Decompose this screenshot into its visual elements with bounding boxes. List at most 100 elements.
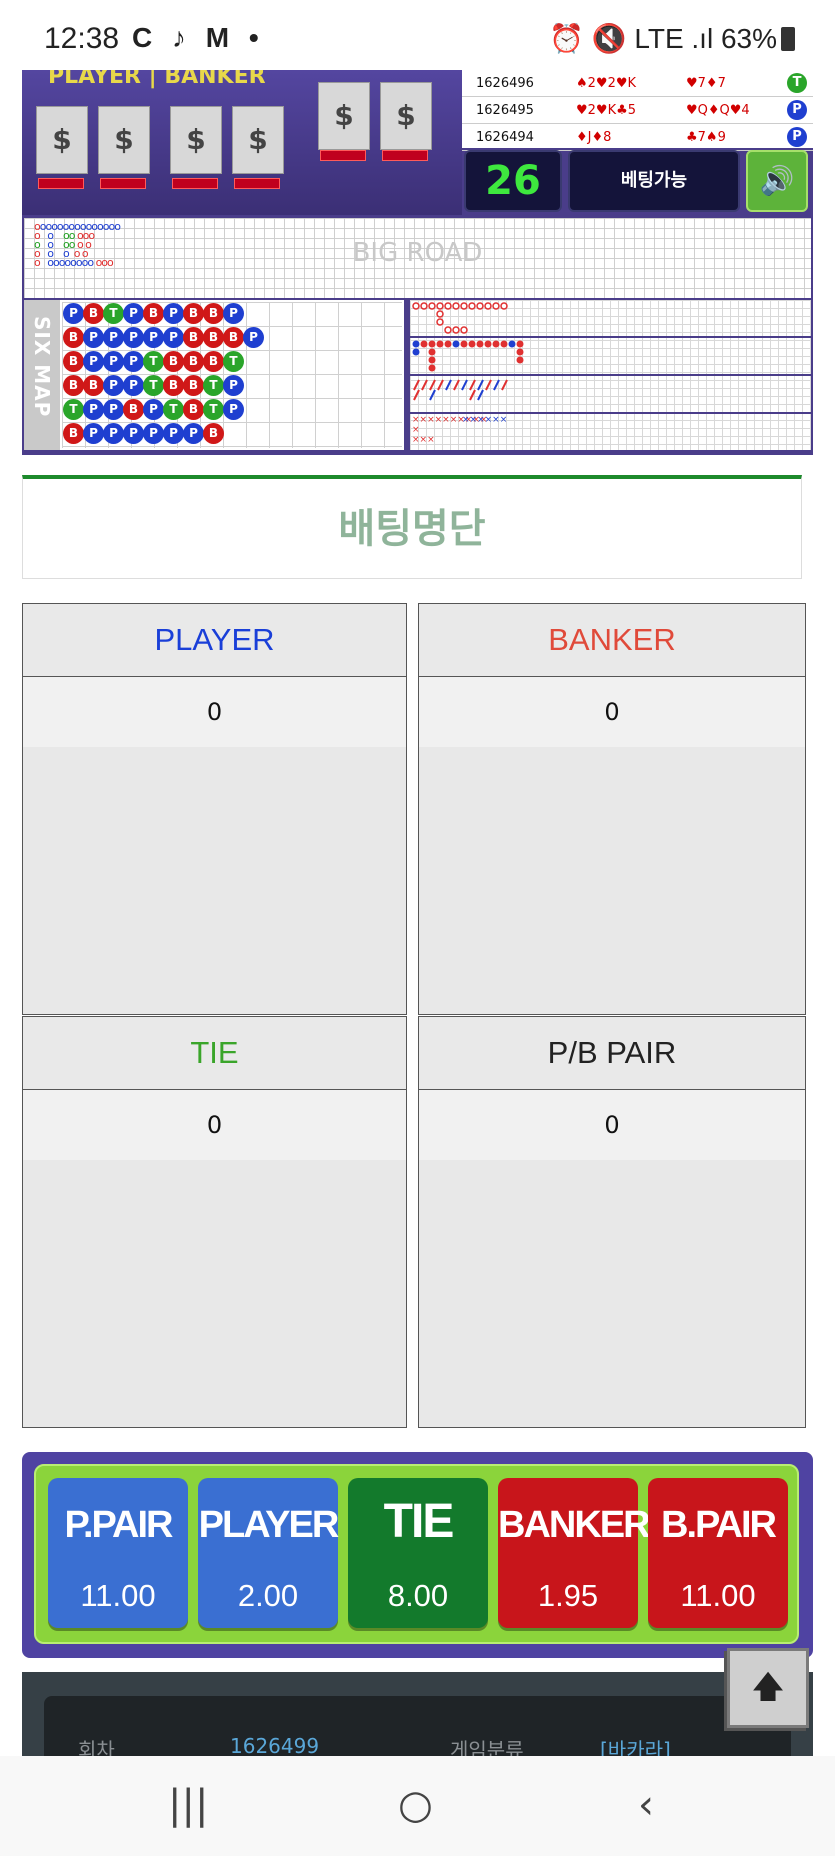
six-map-ball: B	[63, 351, 84, 372]
six-map-ball: P	[83, 327, 104, 348]
pair-bets-panel: P/B PAIR 0	[418, 1016, 806, 1428]
notification-icons: C ♪ M •	[132, 22, 265, 53]
bet-button-bar: P.PAIR 11.00 PLAYER 2.00 TIE 8.00 BANKER…	[22, 1452, 813, 1658]
table-header: PLAYER | BANKER	[48, 70, 266, 89]
back-button[interactable]: ‹	[638, 1782, 654, 1828]
card-slot-light	[320, 150, 366, 161]
card-slot-light	[38, 178, 84, 189]
six-map-ball: B	[203, 303, 224, 324]
six-map-ball: T	[143, 375, 164, 396]
bet-b-pair-button[interactable]: B.PAIR 11.00	[648, 1478, 788, 1628]
six-map-ball: B	[183, 303, 204, 324]
player-bets-panel: PLAYER 0	[22, 603, 407, 1015]
panel-count: 0	[23, 677, 406, 747]
six-map-ball: P	[103, 375, 124, 396]
tie-bets-panel: TIE 0	[22, 1016, 407, 1428]
panel-header: BANKER	[419, 604, 805, 677]
home-button[interactable]: ○	[398, 1782, 433, 1828]
extra-card-1: $	[318, 82, 370, 150]
six-map-ball: T	[223, 351, 244, 372]
six-map-ball: P	[223, 399, 244, 420]
navigation-bar: ||| ○ ‹	[0, 1756, 835, 1856]
six-map-ball: P	[143, 423, 164, 444]
six-map-ball: P	[103, 399, 124, 420]
six-map-ball: P	[83, 399, 104, 420]
derived-roads-marks: ×××××××××× ×××××× × ×××	[412, 302, 524, 445]
panel-count: 0	[23, 1090, 406, 1160]
panel-header: TIE	[23, 1017, 406, 1090]
six-map-ball: P	[83, 351, 104, 372]
betting-status: 베팅가능	[568, 150, 740, 212]
clock: 12:38	[44, 22, 120, 55]
result-badge: P	[787, 127, 807, 147]
bet-list-title: 배팅명단	[22, 475, 802, 579]
countdown-timer: 26	[464, 150, 562, 212]
round-history: 1626496 ♠2♥2♥K ♥7♦7 T 1626495 ♥2♥K♣5 ♥Q♦…	[462, 70, 813, 151]
six-map-ball: P	[123, 423, 144, 444]
six-map-ball: T	[163, 399, 184, 420]
recent-apps-button[interactable]: |||	[168, 1782, 208, 1828]
svg-text:×: ×	[412, 425, 420, 435]
six-map-ball: B	[163, 375, 184, 396]
six-map-ball: B	[203, 423, 224, 444]
six-map-ball: P	[123, 375, 144, 396]
six-map-ball: P	[163, 327, 184, 348]
bet-banker-button[interactable]: BANKER 1.95	[498, 1478, 651, 1628]
six-map-board: SIX MAP PBTPBPBBPBPPPPPBBBPBPPPTBBBTBBPP…	[24, 300, 404, 450]
bet-p-pair-button[interactable]: P.PAIR 11.00	[48, 1478, 188, 1628]
derived-roads-board: ×××××××××× ×××××× × ×××	[410, 300, 811, 450]
bet-tie-button[interactable]: TIE 8.00	[348, 1478, 488, 1628]
six-map-ball: P	[103, 423, 124, 444]
six-map-ball: B	[183, 399, 204, 420]
banker-card-2: $	[232, 106, 284, 174]
six-map-ball: B	[83, 303, 104, 324]
six-map-ball: P	[83, 423, 104, 444]
bet-player-button[interactable]: PLAYER 2.00	[198, 1478, 339, 1628]
six-map-ball: B	[63, 375, 84, 396]
svg-text:×××: ×××	[412, 435, 435, 445]
system-icons: ⏰ 🔇 LTE .ıl 63%	[549, 22, 795, 55]
panel-count: 0	[419, 677, 805, 747]
six-map-ball: P	[123, 303, 144, 324]
result-badge: P	[787, 100, 807, 120]
six-map-ball: P	[243, 327, 264, 348]
six-map-ball: B	[183, 375, 204, 396]
arrow-up-icon[interactable]: 🡅	[727, 1648, 809, 1728]
six-map-ball: B	[183, 351, 204, 372]
banker-bets-panel: BANKER 0	[418, 603, 806, 1015]
banker-card-1: $	[170, 106, 222, 174]
history-row: 1626495 ♥2♥K♣5 ♥Q♦Q♥4 P	[462, 97, 813, 124]
six-map-ball: P	[223, 375, 244, 396]
six-map-ball: B	[203, 327, 224, 348]
six-map-ball: B	[183, 327, 204, 348]
six-map-ball: P	[163, 423, 184, 444]
panel-count: 0	[419, 1090, 805, 1160]
six-map-ball: T	[203, 375, 224, 396]
game-board: PLAYER | BANKER $ $ $ $ $ $ 1626496 ♠2♥2…	[22, 70, 813, 455]
svg-text:××××××: ××××××	[462, 415, 507, 425]
big-road-board: BIG ROAD ooooooooooooooo o o oo ooo o o …	[24, 218, 811, 298]
round-info-panel: 회차 1626499 게임분류 [바카라]	[22, 1672, 813, 1762]
battery-icon	[781, 27, 795, 51]
six-map-ball: B	[203, 351, 224, 372]
six-map-grid: PBTPBPBBPBPPPPPBBBPBPPPTBBBTBBPPTBBTPTPP…	[62, 302, 402, 448]
card-slot-light	[234, 178, 280, 189]
six-map-ball: T	[203, 399, 224, 420]
six-map-ball: B	[143, 303, 164, 324]
six-map-ball: P	[123, 351, 144, 372]
six-map-ball: P	[183, 423, 204, 444]
history-row: 1626494 ♦J♦8 ♣7♠9 P	[462, 124, 813, 151]
six-map-ball: B	[223, 327, 244, 348]
six-map-ball: T	[143, 351, 164, 372]
six-map-ball: P	[63, 303, 84, 324]
player-card-2: $	[98, 106, 150, 174]
six-map-ball: P	[123, 327, 144, 348]
extra-card-2: $	[380, 82, 432, 150]
speaker-icon[interactable]: 🔊	[746, 150, 808, 212]
card-slot-light	[382, 150, 428, 161]
round-value: 1626499	[230, 1734, 320, 1758]
big-road-label: BIG ROAD	[352, 238, 483, 268]
card-slot-light	[172, 178, 218, 189]
big-road-marks: ooooooooooooooo o o oo ooo o o oo o o o …	[34, 220, 121, 269]
six-map-label: SIX MAP	[24, 300, 60, 450]
